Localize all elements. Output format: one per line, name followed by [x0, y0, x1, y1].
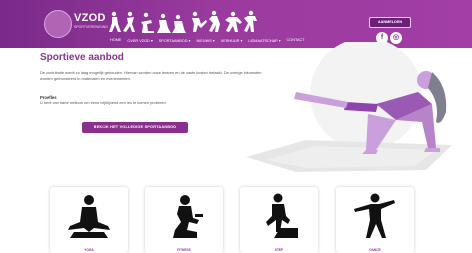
sport-card-yoga[interactable]: YOGA	[50, 187, 128, 253]
proefles-text: U bent van harte welkom om eens vrijblij…	[40, 100, 167, 105]
logo-text: VZOD	[74, 12, 106, 24]
sport-figures-icon	[109, 10, 257, 33]
top-header-bar: VZOD SPORTVERENIGING HOME OVER VZOD ▾ SP…	[0, 0, 472, 48]
site-logo[interactable]: VZOD SPORTVERENIGING	[44, 6, 108, 42]
logo-emblem-icon	[44, 10, 72, 38]
nav-item-home[interactable]: HOME	[110, 38, 121, 46]
dance-figure-icon	[354, 193, 395, 238]
yoga-figure-icon	[68, 195, 110, 238]
intro-paragraph: De contributie wordt zo laag mogelijk ge…	[40, 70, 262, 81]
fitness-figure-icon	[173, 195, 203, 238]
hero-yoga-illustration	[246, 42, 452, 172]
sport-card-fitness[interactable]: FITNESS	[145, 187, 223, 253]
page-title: Sportieve aanbod	[40, 52, 124, 63]
logo-subtitle: SPORTVERENIGING	[74, 25, 108, 29]
aanmelden-button[interactable]: AANMELDEN	[369, 17, 411, 28]
nav-item-over-vzod[interactable]: OVER VZOD ▾	[127, 38, 152, 46]
sport-card-label: YOGA	[84, 248, 94, 252]
nav-item-sportaanbod[interactable]: SPORTAANBOD ▾	[159, 38, 191, 46]
view-full-offer-button[interactable]: BEKIJK HET VOLLEDIGE SPORTAANBOD	[82, 122, 188, 133]
sport-card-dance[interactable]: DANCE	[336, 187, 414, 253]
sport-card-label: FITNESS	[177, 248, 191, 252]
sport-card-label: STEP	[274, 248, 284, 252]
sport-card-step[interactable]: STEP	[240, 187, 318, 253]
step-figure-icon	[266, 193, 298, 238]
nav-item-nieuws[interactable]: NIEUWS ▾	[196, 38, 214, 46]
sport-card-label: DANCE	[369, 248, 381, 252]
